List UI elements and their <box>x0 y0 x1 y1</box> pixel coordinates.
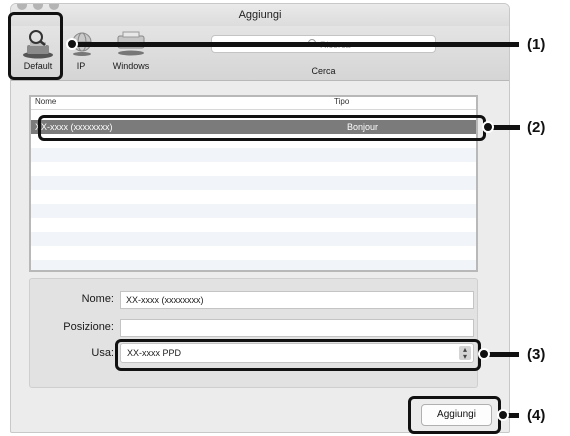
callout-dot-4 <box>497 409 509 421</box>
callout-highlight-3 <box>115 339 481 371</box>
toolbar: Default IP Windows Ricerca Cerca <box>11 26 509 81</box>
name-column-header[interactable]: Nome <box>35 97 56 106</box>
list-row <box>31 246 476 260</box>
list-row <box>31 148 476 162</box>
callout-highlight-2 <box>38 115 486 141</box>
callout-leader-1 <box>72 42 519 47</box>
type-column-header[interactable]: Tipo <box>334 97 349 106</box>
window-title: Aggiungi <box>238 9 282 21</box>
list-row <box>31 190 476 204</box>
list-row <box>31 218 476 232</box>
callout-dot-1 <box>66 38 78 50</box>
list-row <box>31 204 476 218</box>
ip-label: IP <box>76 61 86 71</box>
list-header: Nome Tipo <box>31 97 476 110</box>
location-label: Posizione: <box>63 321 114 333</box>
callout-number-3: (3) <box>527 346 546 363</box>
callout-highlight-4 <box>408 396 501 434</box>
name-label: Nome: <box>81 293 114 305</box>
callout-leader-2 <box>492 125 520 130</box>
windows-toolbar-button[interactable]: Windows <box>106 26 156 81</box>
callout-dot-2 <box>482 121 494 133</box>
callout-dot-3 <box>478 348 490 360</box>
windows-label: Windows <box>112 61 150 71</box>
callout-number-1: (1) <box>527 36 546 53</box>
callout-leader-3 <box>488 352 519 357</box>
name-field[interactable]: XX-xxxx (xxxxxxxx) <box>120 291 474 309</box>
callout-number-4: (4) <box>527 407 546 424</box>
list-row <box>31 176 476 190</box>
callout-highlight-1 <box>8 12 63 80</box>
location-field[interactable] <box>120 319 474 337</box>
list-row <box>31 260 476 270</box>
callout-number-2: (2) <box>527 119 546 136</box>
title-bar: Aggiungi <box>11 4 509 26</box>
list-row <box>31 162 476 176</box>
list-row <box>31 232 476 246</box>
use-label: Usa: <box>91 347 114 359</box>
search-label: Cerca <box>311 66 336 76</box>
ip-toolbar-button[interactable]: IP <box>66 26 96 81</box>
